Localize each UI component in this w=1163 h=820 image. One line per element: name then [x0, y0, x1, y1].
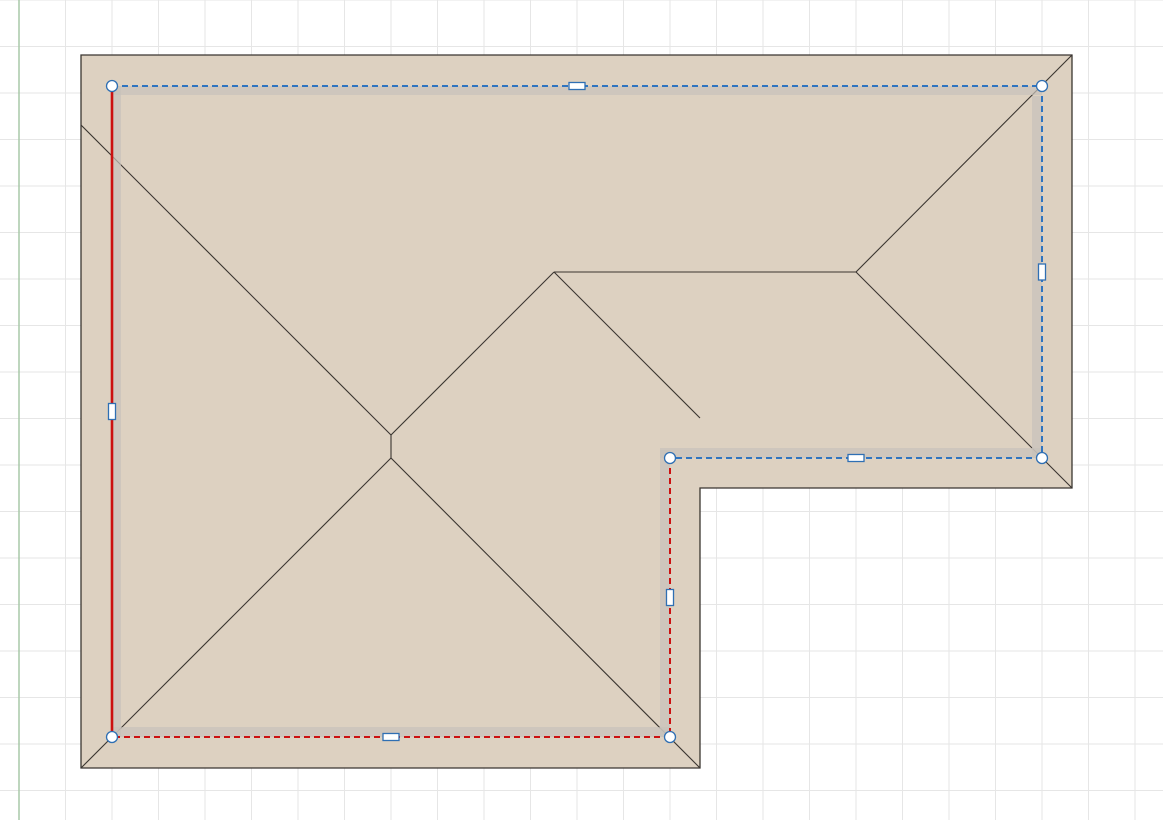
roof-plan-svg[interactable]	[0, 0, 1163, 820]
vertex-right-bottom-handle[interactable]	[1035, 451, 1049, 465]
edge-right-midpoint-handle[interactable]	[1037, 263, 1047, 281]
roof-editor-canvas[interactable]	[0, 0, 1163, 820]
vertex-inner-corner-handle[interactable]	[663, 451, 677, 465]
vertex-bottom-left-handle[interactable]	[105, 730, 119, 744]
edge-top-midpoint-handle[interactable]	[568, 81, 586, 91]
vertex-top-left-handle[interactable]	[105, 79, 119, 93]
vertex-bottom-right-handle[interactable]	[663, 730, 677, 744]
edge-inner-bottom-midpoint-handle[interactable]	[847, 453, 865, 463]
edge-inner-left-midpoint-handle[interactable]	[665, 588, 675, 607]
edge-bottom-midpoint-handle[interactable]	[382, 732, 400, 742]
edge-left-midpoint-handle[interactable]	[107, 402, 117, 421]
vertex-top-right-handle[interactable]	[1035, 79, 1049, 93]
